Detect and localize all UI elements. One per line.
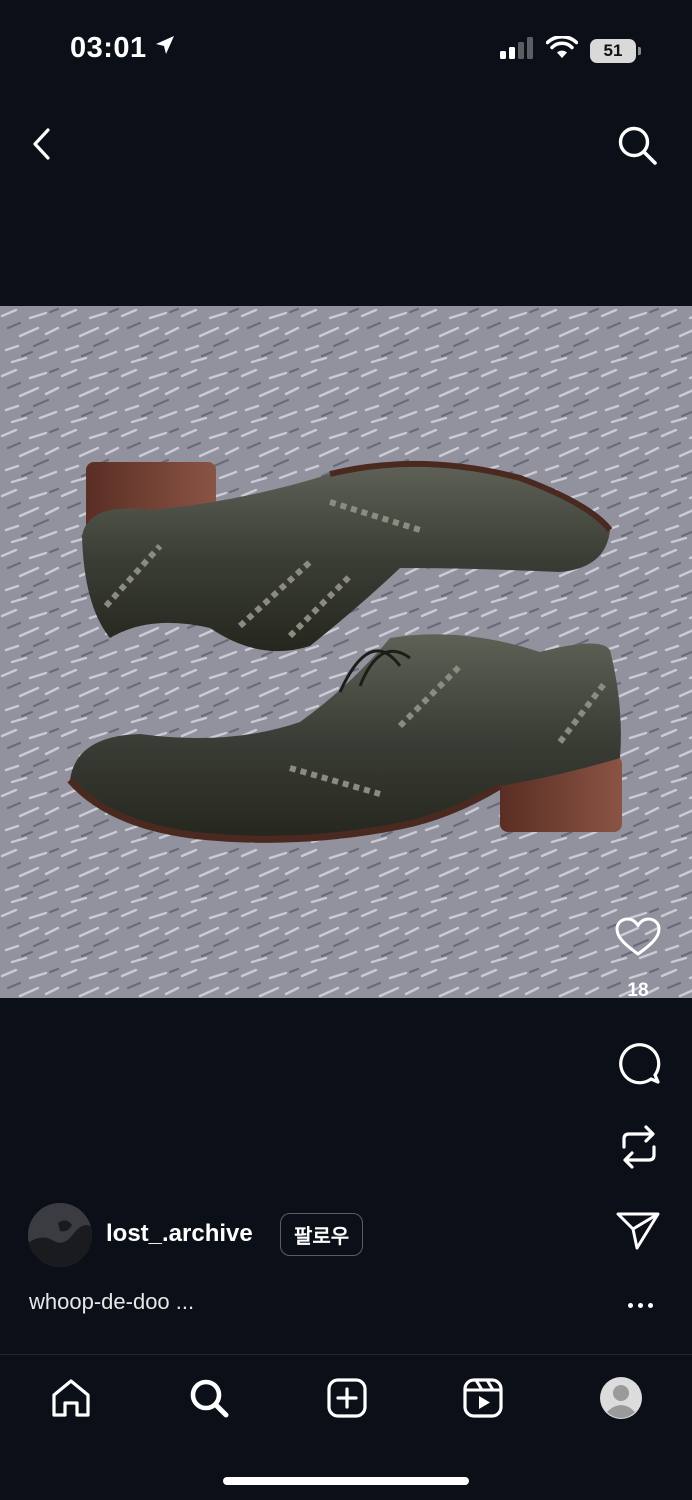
battery-level: 51 — [603, 40, 623, 60]
send-icon — [615, 1210, 661, 1257]
post-caption[interactable]: whoop-de-doo ... — [29, 1289, 194, 1315]
nav-reels[interactable] — [458, 1375, 508, 1425]
search-icon — [616, 124, 658, 171]
follow-button[interactable]: 팔로우 — [280, 1213, 364, 1256]
wifi-icon — [545, 35, 579, 65]
comment-button[interactable] — [616, 1042, 662, 1088]
nav-search[interactable] — [184, 1375, 234, 1425]
author-avatar[interactable] — [28, 1203, 92, 1267]
back-button[interactable] — [22, 126, 62, 166]
post-media-image[interactable] — [0, 306, 692, 998]
location-arrow-icon — [153, 32, 177, 65]
profile-icon — [599, 1376, 643, 1425]
home-indicator — [223, 1477, 469, 1485]
search-icon — [188, 1377, 230, 1424]
author-username[interactable]: lost_.archive — [106, 1220, 253, 1248]
home-icon — [50, 1377, 92, 1424]
status-indicators: 51 — [500, 35, 641, 65]
nav-profile[interactable] — [596, 1375, 646, 1425]
repost-icon — [618, 1123, 660, 1176]
chevron-left-icon — [30, 127, 54, 166]
like-count[interactable]: 18 — [616, 980, 660, 1002]
heart-icon — [615, 917, 661, 962]
cellular-signal-icon — [500, 37, 534, 64]
search-button[interactable] — [614, 124, 660, 170]
create-icon — [326, 1377, 368, 1424]
more-options-icon[interactable] — [620, 1290, 660, 1320]
status-time-text: 03:01 — [70, 32, 147, 64]
share-button[interactable] — [614, 1210, 662, 1256]
reels-icon — [462, 1377, 504, 1424]
nav-create[interactable] — [322, 1375, 372, 1425]
comment-icon — [617, 1041, 661, 1090]
nav-home[interactable] — [46, 1375, 96, 1425]
like-button[interactable] — [614, 916, 662, 962]
repost-button[interactable] — [616, 1124, 662, 1174]
battery-indicator: 51 — [590, 38, 641, 63]
shoes-photo — [0, 306, 692, 998]
status-time: 03:01 — [70, 32, 177, 65]
